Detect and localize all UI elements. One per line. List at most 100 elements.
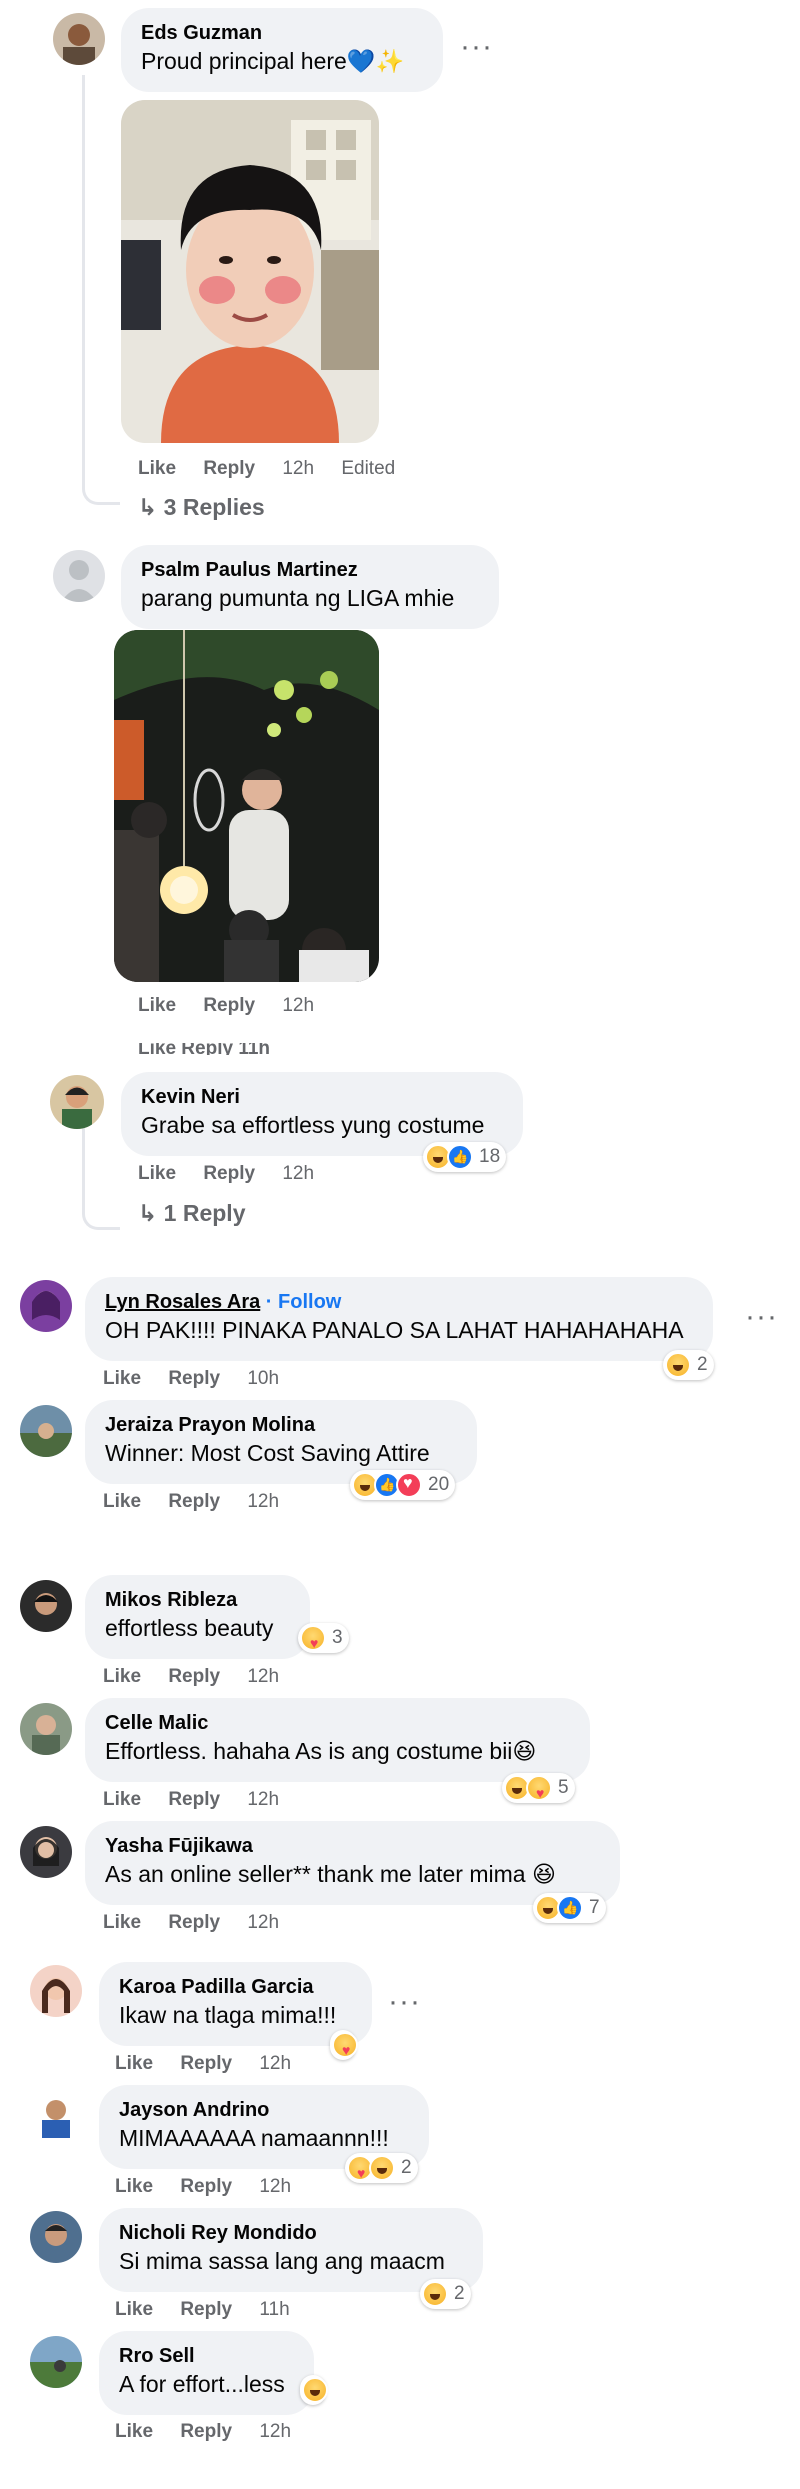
view-replies-button[interactable]: ↳ 1 Reply (138, 1200, 246, 1227)
reply-button[interactable]: Reply (180, 2421, 232, 2442)
like-button[interactable]: Like (138, 1163, 176, 1184)
comment-actions: Like Reply 10h (103, 1368, 301, 1390)
comment-time[interactable]: 12h (259, 2421, 291, 2442)
avatar[interactable] (30, 2336, 82, 2388)
comment-time[interactable]: 12h (247, 1789, 279, 1810)
view-replies-button[interactable]: ↳ 3 Replies (138, 494, 265, 521)
reply-button[interactable]: Reply (203, 995, 255, 1016)
reaction-summary[interactable]: 2 (345, 2153, 418, 2183)
comment-time[interactable]: 12h (259, 2053, 291, 2074)
reply-button[interactable]: Reply (203, 458, 255, 479)
comment-author[interactable]: Karoa Padilla Garcia (119, 1974, 352, 2000)
comment-bubble: Rro Sell A for effort...less (99, 2331, 314, 2415)
care-reaction-icon (332, 2032, 358, 2058)
comment-author[interactable]: Rro Sell (119, 2343, 294, 2369)
comment-author[interactable]: Mikos Ribleza (105, 1587, 290, 1613)
comment-author[interactable]: Celle Malic (105, 1710, 570, 1736)
reply-button[interactable]: Reply (168, 1368, 220, 1389)
comment-actions: Like Reply 12h (138, 1163, 336, 1185)
comment-author[interactable]: Kevin Neri (141, 1084, 503, 1110)
comment-text: MIMAAAAAA namaannn!!! (119, 2125, 389, 2151)
comment-time[interactable]: 10h (247, 1368, 279, 1389)
reaction-summary[interactable]: 3 (298, 1623, 349, 1653)
comment-time[interactable]: 12h (282, 458, 314, 479)
comment-author[interactable]: Jeraiza Prayon Molina (105, 1412, 457, 1438)
comment-text: A for effort...less (119, 2371, 285, 2397)
like-button[interactable]: Like (115, 2421, 153, 2442)
avatar[interactable] (50, 1075, 104, 1129)
avatar[interactable] (20, 1280, 72, 1332)
comment-time[interactable]: 12h (247, 1666, 279, 1687)
reply-button[interactable]: Reply (203, 1163, 255, 1184)
comment-photo[interactable] (114, 630, 379, 982)
like-button[interactable]: Like (103, 1491, 141, 1512)
like-button[interactable]: Like (115, 2176, 153, 2197)
avatar[interactable] (20, 1580, 72, 1632)
reply-button[interactable]: Reply (180, 2176, 232, 2197)
comment-author[interactable]: Yasha Fūjikawa (105, 1833, 600, 1859)
haha-reaction-icon (369, 2155, 395, 2181)
reaction-summary[interactable]: 20 (350, 1470, 456, 1500)
edited-label: Edited (341, 458, 396, 479)
haha-reaction-icon (302, 2377, 328, 2403)
like-button[interactable]: Like (103, 1912, 141, 1933)
reply-button[interactable]: Reply (180, 2299, 232, 2320)
comment-author[interactable]: Psalm Paulus Martinez (141, 557, 479, 583)
reaction-summary[interactable]: 2 (420, 2279, 471, 2309)
comment-author[interactable]: Lyn Rosales Ara · Follow (105, 1289, 693, 1315)
avatar[interactable] (20, 1703, 72, 1755)
comment-actions: Like Reply 12h (103, 1666, 301, 1688)
reply-button[interactable]: Reply (168, 1789, 220, 1810)
comment-time[interactable]: 12h (282, 1163, 314, 1184)
avatar[interactable] (20, 1405, 72, 1457)
comment-actions: Like Reply 12h (115, 2421, 313, 2443)
reply-button[interactable]: Reply (168, 1666, 220, 1687)
more-options-icon[interactable]: ··· (388, 1985, 421, 2019)
comment-actions: Like Reply 12h Edited (138, 458, 417, 480)
comment-photo[interactable] (121, 100, 379, 443)
comment-time[interactable]: 12h (259, 2176, 291, 2197)
avatar[interactable] (20, 1826, 72, 1878)
avatar[interactable] (53, 550, 105, 602)
more-options-icon[interactable]: ··· (460, 30, 493, 64)
like-reaction-icon (557, 1895, 583, 1921)
comment-actions: Like Reply 12h (138, 995, 336, 1017)
reply-button[interactable]: Reply (180, 2053, 232, 2074)
comment-time[interactable]: 12h (247, 1491, 279, 1512)
comment-actions: Like Reply 12h (103, 1912, 301, 1934)
care-reaction-icon (526, 1775, 552, 1801)
more-options-icon[interactable]: ··· (745, 1300, 778, 1334)
like-button[interactable]: Like (138, 995, 176, 1016)
reaction-summary[interactable]: 5 (502, 1773, 575, 1803)
reaction-summary[interactable]: 2 (663, 1350, 714, 1380)
follow-link[interactable]: · Follow (260, 1291, 342, 1313)
reply-arrow-icon: ↳ (138, 494, 164, 520)
like-button[interactable]: Like (138, 458, 176, 479)
comment-author[interactable]: Nicholi Rey Mondido (119, 2220, 463, 2246)
reply-button[interactable]: Reply (168, 1491, 220, 1512)
comment-text: effortless beauty (105, 1615, 274, 1641)
care-reaction-icon (300, 1625, 326, 1651)
like-button[interactable]: Like (103, 1666, 141, 1687)
avatar[interactable] (53, 13, 105, 65)
like-button[interactable]: Like (115, 2053, 153, 2074)
comment-author[interactable]: Jayson Andrino (119, 2097, 409, 2123)
avatar[interactable] (30, 1965, 82, 2017)
like-button[interactable]: Like (103, 1368, 141, 1389)
avatar[interactable] (30, 2211, 82, 2263)
reply-button[interactable]: Reply (168, 1912, 220, 1933)
reaction-summary[interactable]: 18 (423, 1142, 507, 1172)
comment-time[interactable]: 12h (282, 995, 314, 1016)
comment-time[interactable]: 12h (247, 1912, 279, 1933)
like-button[interactable]: Like (115, 2299, 153, 2320)
comment-author[interactable]: Eds Guzman (141, 20, 423, 46)
comment-actions: Like Reply 12h (115, 2176, 313, 2198)
reaction-summary[interactable]: 7 (533, 1893, 606, 1923)
reaction-summary[interactable] (330, 2030, 358, 2060)
reaction-summary[interactable] (300, 2375, 328, 2405)
comment-text: OH PAK!!!! PINAKA PANALO SA LAHAT HAHAHA… (105, 1317, 684, 1343)
comment-time[interactable]: 11h (259, 2299, 289, 2320)
like-button[interactable]: Like (103, 1789, 141, 1810)
partial-actions-row: Like Reply 11h (138, 1043, 271, 1055)
avatar[interactable] (30, 2088, 82, 2140)
